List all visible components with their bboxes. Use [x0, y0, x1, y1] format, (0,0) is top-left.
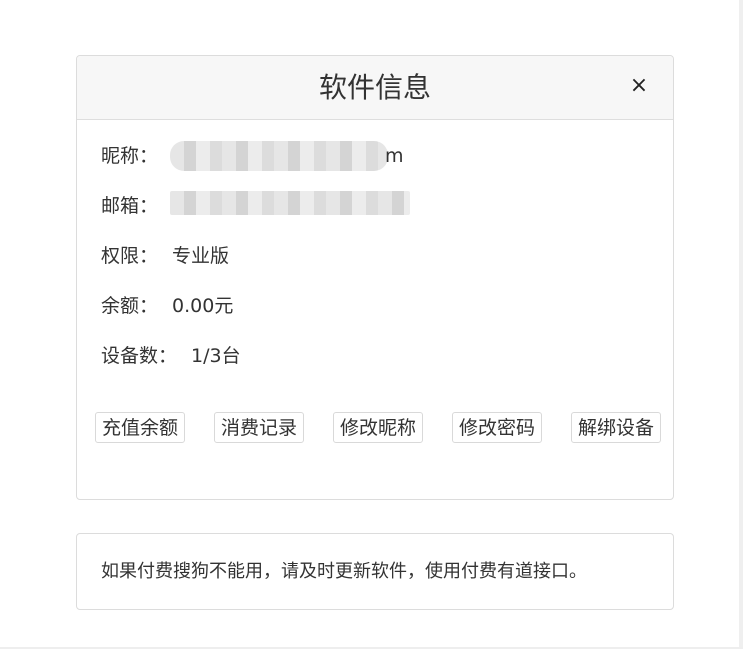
nickname-value-redacted — [170, 141, 388, 171]
change-password-button[interactable]: 修改密码 — [452, 412, 543, 443]
devices-value: 1/3台 — [191, 345, 241, 367]
card-title: 软件信息 — [318, 71, 431, 104]
permission-label: 权限： — [101, 245, 159, 267]
devices-label: 设备数： — [101, 345, 178, 367]
balance-row: 余额： 0.00元 — [101, 292, 233, 320]
balance-label: 余额： — [101, 295, 159, 317]
nickname-label: 昵称： — [101, 145, 159, 167]
email-value-redacted — [170, 191, 410, 215]
close-button[interactable]: × — [629, 74, 649, 98]
notice-card: 如果付费搜狗不能用，请及时更新软件，使用付费有道接口。 — [76, 533, 674, 610]
permission-row: 权限： 专业版 — [101, 242, 229, 270]
balance-value: 0.00元 — [172, 295, 234, 317]
recharge-balance-button[interactable]: 充值余额 — [95, 412, 186, 443]
devices-row: 设备数： 1/3台 — [101, 342, 241, 370]
action-buttons: 充值余额 消费记录 修改昵称 修改密码 解绑设备 — [95, 412, 663, 446]
nickname-value-tail: m — [385, 145, 404, 167]
email-label: 邮箱： — [101, 195, 159, 217]
change-nickname-button[interactable]: 修改昵称 — [333, 412, 424, 443]
notice-text: 如果付费搜狗不能用，请及时更新软件，使用付费有道接口。 — [101, 561, 587, 582]
consumption-records-button[interactable]: 消费记录 — [214, 412, 305, 443]
window-edge — [739, 0, 743, 649]
software-info-card: 软件信息 × 昵称： m 邮箱： 权限： 专业版 余额： 0.00元 设备数： 1/3… — [76, 55, 674, 500]
unbind-device-button[interactable]: 解绑设备 — [571, 412, 662, 443]
permission-value: 专业版 — [172, 245, 230, 267]
card-header: 软件信息 × — [77, 56, 673, 120]
email-row: 邮箱： — [101, 192, 158, 220]
nickname-row: 昵称： — [101, 142, 158, 170]
